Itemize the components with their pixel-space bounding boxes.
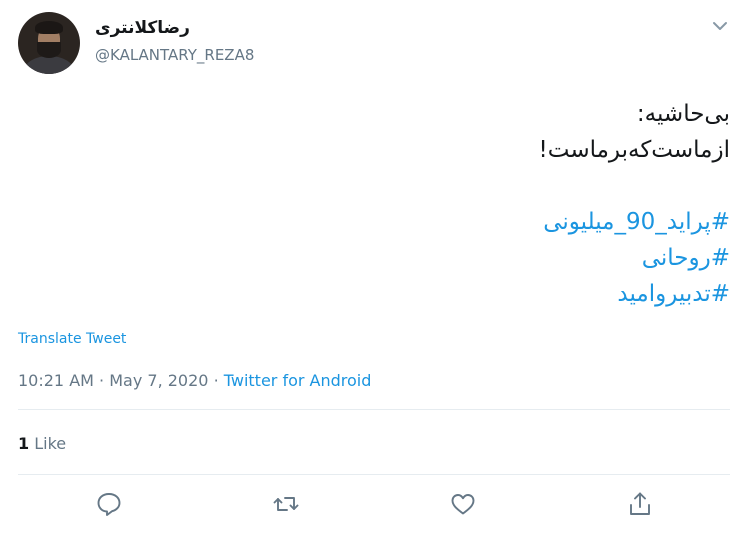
heart-icon[interactable]: [449, 490, 477, 518]
display-name[interactable]: رضاکلانتری: [95, 18, 190, 38]
tweet-time[interactable]: 10:21 AM: [18, 371, 94, 390]
retweet-icon[interactable]: [272, 490, 300, 518]
divider: [18, 409, 730, 410]
meta-separator: ·: [213, 371, 219, 390]
tweet-text: بی‌حاشیه: ازماست‌که‌برماست! #پراید_90_می…: [130, 96, 730, 312]
user-handle[interactable]: @KALANTARY_REZA8: [95, 46, 254, 64]
likes-label: Like: [34, 434, 67, 453]
hashtag-link[interactable]: #تدبیروامید: [130, 276, 730, 312]
tweet-meta: 10:21 AM · May 7, 2020 · Twitter for And…: [18, 371, 371, 390]
divider: [18, 474, 730, 475]
meta-separator: ·: [99, 371, 105, 390]
tweet-header: رضاکلانتری @KALANTARY_REZA8: [18, 12, 730, 76]
likes-stat[interactable]: 1 Like: [18, 434, 66, 453]
tweet-line: بی‌حاشیه:: [636, 101, 730, 127]
reply-icon[interactable]: [95, 490, 123, 518]
hashtag-link[interactable]: #روحانی: [130, 240, 730, 276]
translate-tweet-link[interactable]: Translate Tweet: [18, 331, 126, 347]
tweet-line: ازماست‌که‌برماست!: [538, 137, 730, 163]
avatar[interactable]: [18, 12, 80, 74]
likes-count: 1: [18, 434, 30, 453]
tweet-date[interactable]: May 7, 2020: [109, 371, 208, 390]
share-icon[interactable]: [626, 490, 654, 518]
tweet-source-link[interactable]: Twitter for Android: [224, 371, 372, 390]
chevron-down-icon[interactable]: [710, 16, 730, 36]
hashtag-link[interactable]: #پراید_90_میلیونی: [130, 204, 730, 240]
